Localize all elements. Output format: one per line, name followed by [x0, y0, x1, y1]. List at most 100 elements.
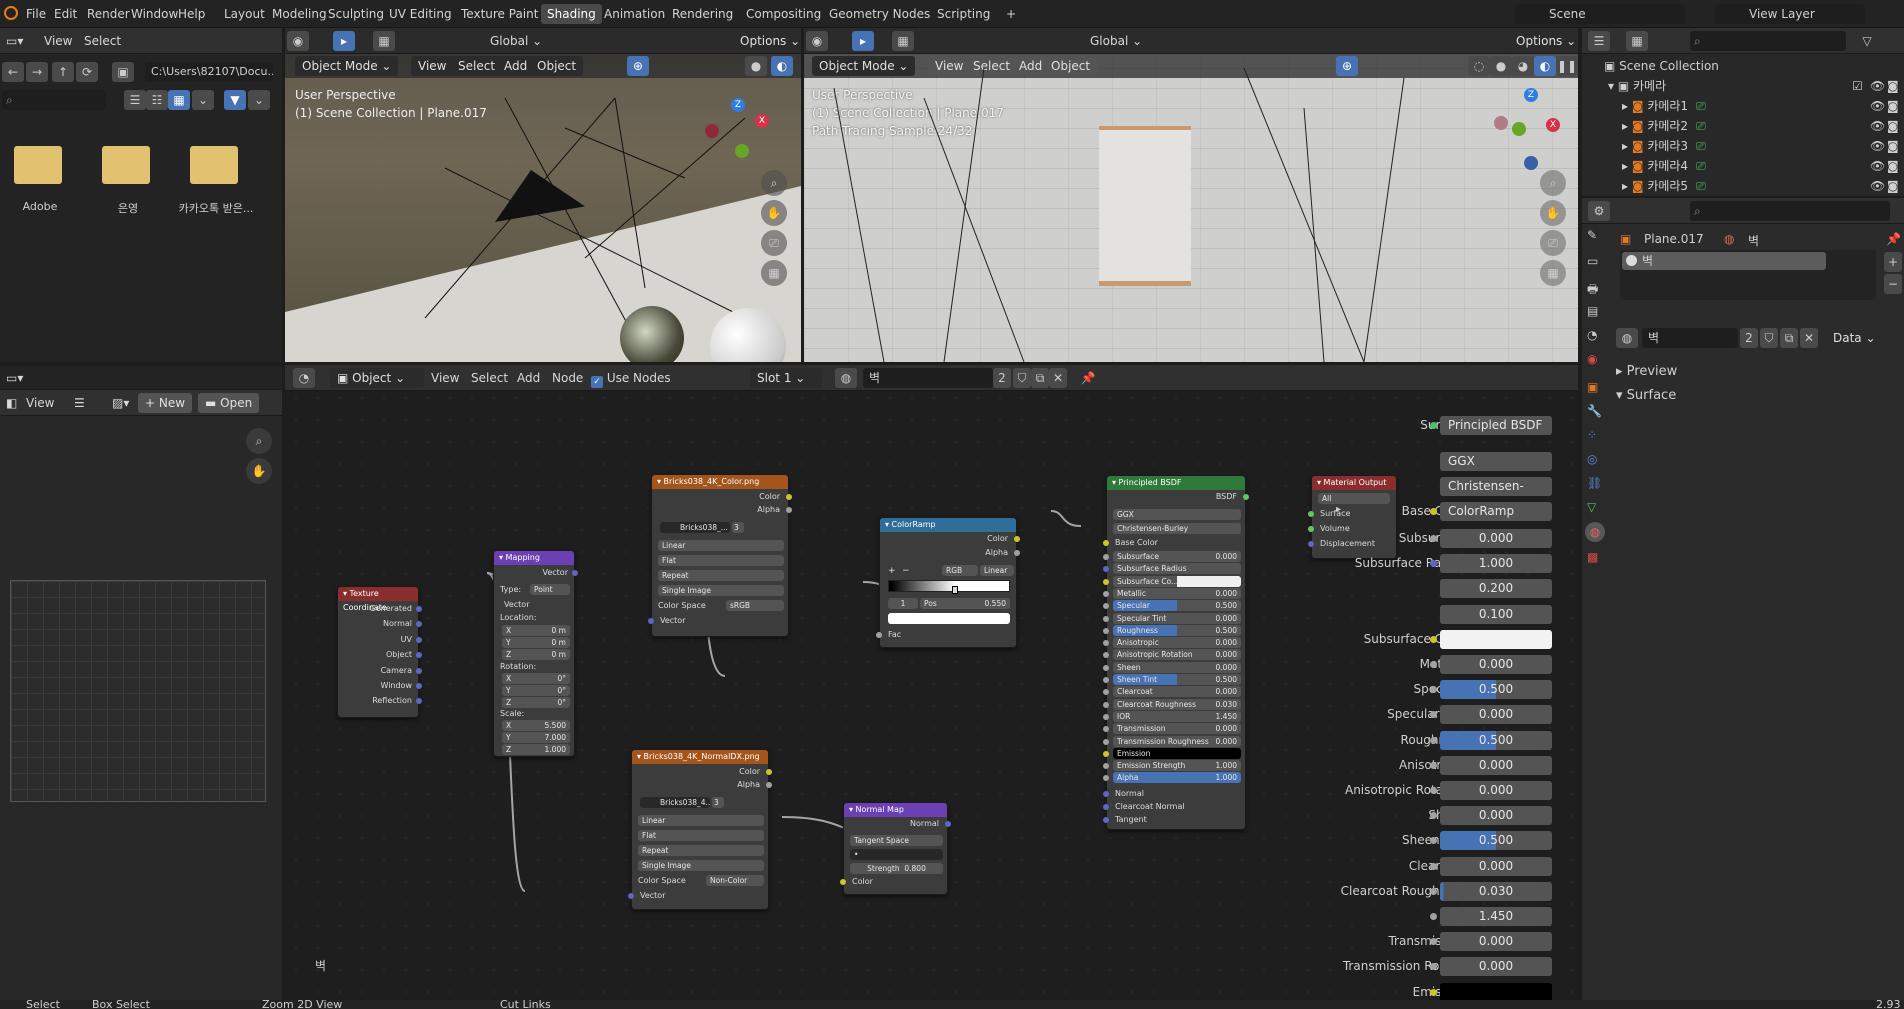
viewport-left[interactable]: ◉ ▸ ▦ Global ⌄ Options ⌄ Object Mode ⌄ V…: [285, 28, 801, 362]
zoom-icon[interactable]: ⌕: [246, 428, 272, 454]
rotation-x-field[interactable]: X 0°: [502, 673, 570, 684]
tab-animation[interactable]: Animation: [598, 4, 671, 24]
output-socket[interactable]: [1243, 494, 1249, 500]
node-mapping[interactable]: ▾ Mapping Vector Type: Point Vector Loca…: [493, 550, 578, 757]
input-socket[interactable]: [1103, 775, 1109, 782]
bsdf-input-field[interactable]: Emission: [1113, 747, 1241, 759]
input-socket[interactable]: [1103, 603, 1109, 610]
extension-dropdown[interactable]: Repeat: [638, 845, 764, 856]
bsdf-input-field[interactable]: Subsurface 0.000: [1113, 551, 1241, 562]
input-socket[interactable]: [1103, 640, 1109, 647]
options-dropdown[interactable]: Options ⌄: [733, 31, 801, 51]
select-tool-icon[interactable]: ▸: [852, 31, 874, 51]
file-search-input[interactable]: ⌕: [2, 90, 106, 110]
world-tab-icon[interactable]: ◉: [1587, 352, 1597, 366]
input-socket[interactable]: [1103, 652, 1109, 659]
property-value-field[interactable]: 0.000: [1440, 529, 1552, 548]
material-slot-list[interactable]: 벽: [1620, 250, 1876, 300]
surface-shader-field[interactable]: Principled BSDF: [1440, 416, 1552, 435]
add-workspace-icon[interactable]: +: [1000, 4, 1022, 24]
outliner-camera-row[interactable]: ▸ ◙ 카메라5 ⎚ 👁 ◙: [1582, 176, 1904, 196]
property-value-field[interactable]: 0.000: [1440, 705, 1552, 725]
location-x-field[interactable]: X0 m: [502, 625, 570, 636]
outliner-search-input[interactable]: ⌕: [1690, 31, 1846, 51]
filter-icon[interactable]: ▼: [224, 90, 246, 110]
input-socket[interactable]: [628, 893, 634, 899]
back-icon[interactable]: ←: [2, 62, 24, 82]
input-socket[interactable]: [876, 632, 882, 638]
image-browse-icon[interactable]: ▨▾: [112, 393, 129, 413]
orientation-global[interactable]: Global ⌄: [490, 31, 542, 51]
tab-rendering[interactable]: Rendering: [666, 4, 739, 24]
input-socket[interactable]: [1103, 590, 1109, 597]
input-socket[interactable]: [1103, 750, 1109, 757]
ramp-gradient[interactable]: [888, 580, 1010, 592]
scene-selector[interactable]: Scene: [1515, 4, 1685, 24]
render-tab-icon[interactable]: ▭: [1587, 254, 1598, 268]
parent-dir-icon[interactable]: ↑: [52, 62, 74, 82]
tab-scripting[interactable]: Scripting: [931, 4, 996, 24]
interpolation-dropdown[interactable]: Linear: [980, 565, 1014, 576]
extension-dropdown[interactable]: Repeat: [658, 570, 784, 581]
input-socket[interactable]: [1103, 615, 1109, 622]
ortho-grid-icon[interactable]: ▦: [761, 260, 787, 286]
image-datablock-field[interactable]: Bricks038_...: [660, 522, 730, 533]
bsdf-input-field[interactable]: Clearcoat 0.000: [1113, 686, 1241, 698]
folder-item[interactable]: 카카오톡 받은...: [176, 146, 256, 236]
visibility-eye-icon[interactable]: 👁: [1870, 116, 1885, 136]
base-color-field[interactable]: ColorRamp: [1440, 502, 1552, 521]
mapping-type-dropdown[interactable]: Point: [530, 584, 570, 595]
orientation-global[interactable]: Global ⌄: [1090, 31, 1142, 51]
remove-stop-icon[interactable]: −: [902, 566, 910, 576]
uv-map-field[interactable]: •: [850, 849, 943, 860]
camera-view-icon[interactable]: ⎚: [1540, 230, 1566, 256]
new-image-button[interactable]: + New: [138, 393, 193, 413]
tab-layout[interactable]: Layout: [218, 4, 271, 24]
output-socket[interactable]: [945, 821, 951, 827]
file-browser-menu-select[interactable]: Select: [84, 31, 121, 51]
output-socket[interactable]: [786, 507, 792, 513]
input-socket[interactable]: [1308, 526, 1314, 532]
render-camera-icon[interactable]: ◙: [1887, 116, 1899, 136]
property-value-field[interactable]: 0.000: [1440, 806, 1552, 826]
object-tab-icon[interactable]: ▣: [1587, 380, 1598, 394]
image-view-mode-icon[interactable]: ◧: [6, 393, 17, 413]
visibility-eye-icon[interactable]: 👁: [1870, 136, 1885, 156]
input-socket[interactable]: [1103, 763, 1109, 770]
render-camera-icon[interactable]: ◙: [1887, 156, 1899, 176]
options-dropdown[interactable]: Options ⌄: [1509, 31, 1578, 51]
tab-shading[interactable]: Shading: [541, 4, 602, 24]
editor-type-icon[interactable]: ◉: [287, 31, 309, 51]
display-thumbnails-icon[interactable]: ▦: [168, 90, 190, 110]
editor-type-icon[interactable]: ⚙: [1588, 201, 1610, 221]
outliner-camera-row[interactable]: ▸ ◙ 카메라3 ⎚ 👁 ◙: [1582, 136, 1904, 156]
rotation-y-field[interactable]: Y 0°: [502, 685, 570, 696]
outliner-camera-row[interactable]: ▸ ◙ 카메라4 ⎚ 👁 ◙: [1582, 156, 1904, 176]
bsdf-input-field[interactable]: Transmission Roughness 0.000: [1113, 735, 1241, 747]
navigation-gizmo[interactable]: Z X: [1488, 88, 1564, 170]
tool-tab-icon[interactable]: ✎: [1587, 228, 1597, 242]
input-socket[interactable]: [840, 879, 846, 885]
input-socket[interactable]: [1103, 791, 1109, 797]
forward-icon[interactable]: →: [26, 62, 48, 82]
file-browser-type-icon[interactable]: ▭▾: [6, 31, 23, 51]
subsurface-method-dropdown[interactable]: Christensen-Burley: [1113, 523, 1241, 534]
visibility-eye-icon[interactable]: 👁: [1870, 76, 1885, 96]
hamburger-icon[interactable]: ☰: [74, 393, 85, 413]
scale-z-field[interactable]: Z 1.000: [502, 744, 570, 755]
output-tab-icon[interactable]: 🖶: [1587, 280, 1598, 301]
refresh-icon[interactable]: ⟳: [76, 62, 98, 82]
property-value-field[interactable]: 1.000: [1440, 554, 1552, 574]
file-browser-menu-view[interactable]: View: [44, 31, 72, 51]
output-socket[interactable]: [416, 668, 422, 674]
expand-icon[interactable]: ▸: [1622, 179, 1632, 193]
expand-icon[interactable]: ▸: [1622, 99, 1632, 113]
pan-hand-icon[interactable]: ✋: [246, 458, 272, 484]
output-socket[interactable]: [416, 683, 422, 689]
node-normal-map[interactable]: ▾ Normal Map Normal Tangent Space • Stre…: [840, 802, 951, 895]
path-field[interactable]: C:\Users\82107\Docu...: [145, 62, 273, 82]
bsdf-input-field[interactable]: Metallic 0.000: [1113, 587, 1241, 599]
expand-icon[interactable]: ▸: [1622, 159, 1632, 173]
property-value-field[interactable]: 0.200: [1440, 579, 1552, 599]
display-horizontal-icon[interactable]: ☷: [146, 90, 168, 110]
